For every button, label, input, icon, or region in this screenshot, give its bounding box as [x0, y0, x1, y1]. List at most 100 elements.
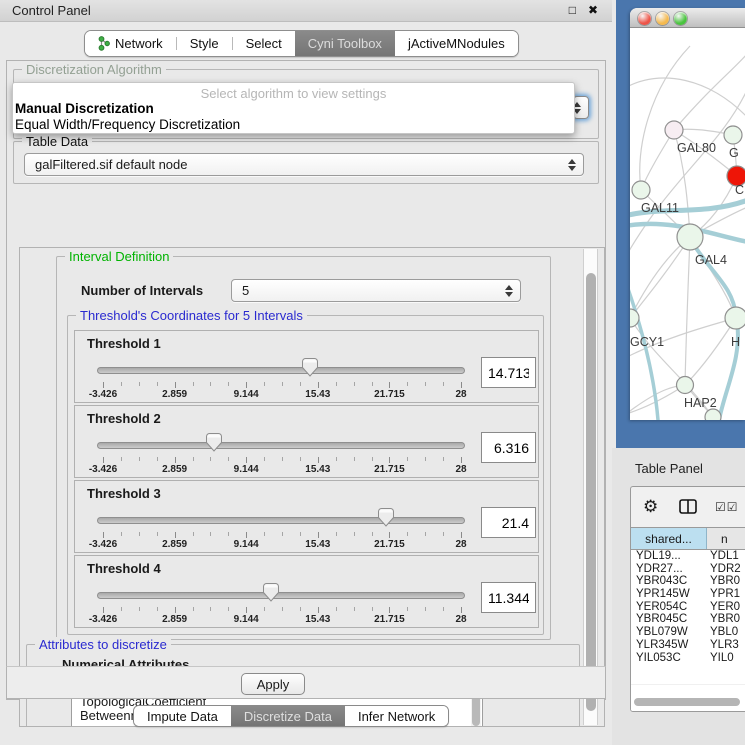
table-row[interactable]: YDL19...YDL1	[631, 550, 745, 563]
threshold-label: Threshold 3	[87, 486, 161, 501]
cell-shared-name: YBR043C	[631, 575, 707, 588]
tick-major	[461, 382, 462, 388]
tick-minor	[282, 532, 283, 536]
tab-jactivemnodules[interactable]: jActiveMNodules	[395, 31, 518, 56]
zoom-window-button[interactable]	[674, 12, 687, 25]
tick-minor	[228, 532, 229, 536]
minimize-window-button[interactable]	[656, 12, 669, 25]
float-window-icon[interactable]: □	[569, 3, 576, 17]
checkbox-filter-icons[interactable]: ☑☑	[715, 500, 739, 514]
tick-major	[246, 532, 247, 538]
table-row[interactable]: YIL053CYIL0	[631, 652, 745, 665]
combo-stepper-icon	[568, 159, 576, 171]
network-edge-thick[interactable]	[630, 283, 658, 420]
control-panel-title: Control Panel	[12, 3, 91, 18]
network-node-hap2[interactable]	[677, 377, 694, 394]
network-edge[interactable]	[630, 237, 690, 318]
tab-infer-network[interactable]: Infer Network	[345, 706, 448, 726]
close-window-button[interactable]	[638, 12, 651, 25]
network-edge[interactable]	[630, 78, 745, 118]
table-row[interactable]: YLR345WYLR3	[631, 639, 745, 652]
table-row[interactable]: YBR043CYBR0	[631, 575, 745, 588]
network-node-bottom-node[interactable]	[705, 409, 721, 420]
tick-minor	[354, 607, 355, 611]
algorithm-option-equal-width[interactable]: Equal Width/Frequency Discretization	[15, 117, 240, 132]
number-of-intervals-value: 5	[242, 283, 249, 298]
slider-thumb[interactable]	[302, 358, 318, 377]
network-edge[interactable]	[685, 237, 690, 385]
table-row[interactable]: YBL079WYBL0	[631, 626, 745, 639]
tick-minor	[157, 457, 158, 461]
cell-name: YBR0	[707, 575, 745, 588]
slider-track[interactable]	[97, 442, 465, 449]
cell-shared-name: YER054C	[631, 601, 707, 614]
cell-shared-name: YDL19...	[631, 550, 707, 563]
threshold-label: Threshold 4	[87, 561, 161, 576]
column-header-shared[interactable]: shared...	[631, 528, 707, 549]
apply-button[interactable]: Apply	[241, 673, 305, 695]
tick-label: 2.859	[153, 539, 197, 550]
tick-major	[103, 532, 104, 538]
network-edge[interactable]	[674, 53, 745, 130]
tab-impute-data[interactable]: Impute Data	[134, 706, 231, 726]
tick-minor	[372, 532, 373, 536]
table-data-combobox[interactable]: galFiltered.sif default node	[24, 153, 584, 176]
tick-minor	[157, 607, 158, 611]
tab-style[interactable]: Style	[177, 31, 232, 56]
slider-thumb[interactable]	[206, 433, 222, 452]
column-header-name[interactable]: n	[707, 528, 745, 549]
slider-thumb[interactable]	[263, 583, 279, 602]
network-node-gal80[interactable]	[665, 121, 683, 139]
tick-minor	[354, 382, 355, 386]
table-horizontal-scrollbar[interactable]	[634, 698, 740, 706]
network-edge[interactable]	[641, 130, 674, 190]
slider-thumb[interactable]	[378, 508, 394, 527]
network-node-gal11[interactable]	[632, 181, 650, 199]
threshold-value-field[interactable]	[481, 507, 536, 538]
node-label-hap2: HAP2	[684, 396, 717, 410]
tick-minor	[425, 607, 426, 611]
interval-definition-title: Interval Definition	[65, 249, 173, 264]
cell-name: YDR2	[707, 563, 745, 576]
table-row[interactable]: YBR045CYBR0	[631, 613, 745, 626]
network-canvas[interactable]: GAL80GCGAL11GAL4GCY1HHAP2	[630, 28, 745, 420]
tab-discretize-data[interactable]: Discretize Data	[231, 706, 345, 726]
network-edge[interactable]	[685, 318, 736, 385]
cell-shared-name: YBL079W	[631, 626, 707, 639]
network-node-gal4[interactable]	[677, 224, 703, 250]
tab-select[interactable]: Select	[233, 31, 295, 56]
tick-minor	[264, 457, 265, 461]
tick-minor	[354, 457, 355, 461]
cell-shared-name: YPR145W	[631, 588, 707, 601]
gear-icon[interactable]: ⚙	[643, 498, 658, 515]
tab-label: Style	[190, 36, 219, 51]
node-label-gal80: GAL80	[677, 141, 716, 155]
algorithm-combobox-stepper[interactable]	[573, 96, 589, 119]
slider-track[interactable]	[97, 367, 465, 374]
tick-major	[318, 532, 319, 538]
threshold-value-field[interactable]	[481, 582, 536, 613]
tick-minor	[372, 382, 373, 386]
threshold-value-field[interactable]	[481, 357, 536, 388]
table-row[interactable]: YPR145WYPR1	[631, 588, 745, 601]
tab-cyni-toolbox[interactable]: Cyni Toolbox	[295, 31, 395, 56]
tick-major	[175, 382, 176, 388]
algorithm-option-manual[interactable]: Manual Discretization	[15, 101, 154, 116]
settings-vertical-scrollbar[interactable]	[583, 249, 598, 725]
close-panel-icon[interactable]: ✖	[588, 3, 598, 17]
columns-icon[interactable]	[679, 499, 697, 519]
network-node-h-node[interactable]	[725, 307, 745, 329]
tick-minor	[300, 607, 301, 611]
threshold-value-field[interactable]	[481, 432, 536, 463]
number-of-intervals-combobox[interactable]: 5	[231, 279, 521, 302]
tick-minor	[425, 382, 426, 386]
tick-label: 15.43	[296, 539, 340, 550]
slider-track[interactable]	[97, 517, 465, 524]
slider-track[interactable]	[97, 592, 465, 599]
table-row[interactable]: YER054CYER0	[631, 601, 745, 614]
table-toolbar: ⚙ ☑☑	[631, 487, 745, 527]
network-node-ne-node[interactable]	[724, 126, 742, 144]
tab-network[interactable]: Network	[85, 31, 176, 56]
settings-scrollbar-thumb[interactable]	[586, 273, 596, 711]
table-row[interactable]: YDR27...YDR2	[631, 563, 745, 576]
